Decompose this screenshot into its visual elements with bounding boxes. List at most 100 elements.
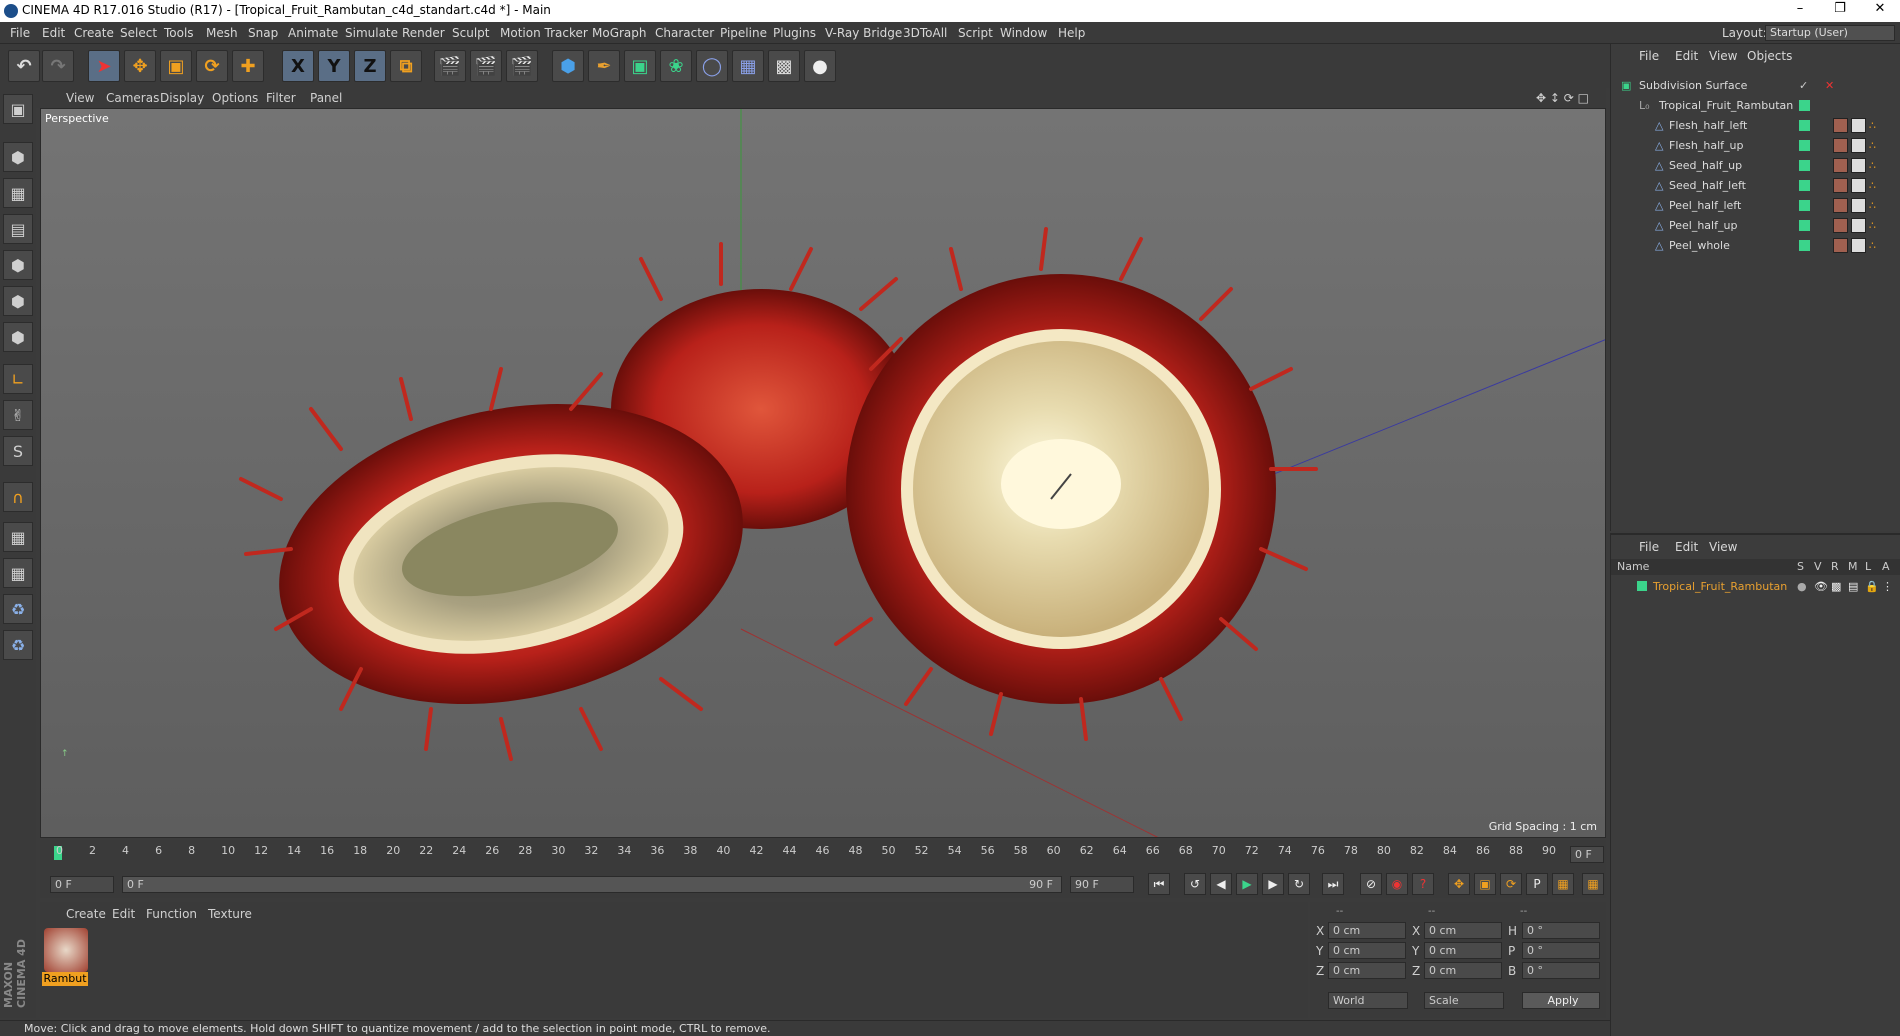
menu-motion-tracker[interactable]: Motion Tracker — [500, 26, 588, 40]
material-tag-icon[interactable] — [1833, 158, 1848, 173]
menu-edit[interactable]: Edit — [42, 26, 65, 40]
manager-toggle-icon[interactable]: ▤ — [1848, 580, 1858, 593]
object-row-seed-half-left[interactable]: △ Seed_half_left ∴ — [1611, 176, 1900, 196]
object-row-subdivision-surface[interactable]: ▣ Subdivision Surface ✓ ✕ — [1611, 76, 1900, 96]
workplane-lock-icon[interactable]: ▦ — [3, 522, 33, 552]
move-tool-icon[interactable]: ✥ — [124, 50, 156, 82]
layer-color-dot[interactable] — [1799, 200, 1810, 211]
material-tag-icon[interactable] — [1833, 178, 1848, 193]
x-mark-icon[interactable]: ✕ — [1825, 79, 1834, 92]
timeline-ruler[interactable]: 0 2 4 6 8 10 12 14 16 18 20 22 24 26 28 30 32 34 36 38 40 42 4… — [40, 840, 1606, 870]
menu-render[interactable]: Render — [402, 26, 445, 40]
key-pla-icon[interactable]: ▦ — [1552, 873, 1574, 895]
texture-tag-icon[interactable] — [1851, 118, 1866, 133]
vp-menu-cameras[interactable]: Cameras — [106, 91, 159, 105]
material-tag-icon[interactable] — [1833, 238, 1848, 253]
solo-toggle-icon[interactable]: ● — [1797, 580, 1807, 593]
start-frame-field[interactable]: 0 F — [50, 876, 114, 893]
material-tag-icon[interactable] — [1833, 138, 1848, 153]
render-picture-viewer-icon[interactable]: 🎬 — [470, 50, 502, 82]
texture-tag-icon[interactable] — [1851, 178, 1866, 193]
rotation-h-field[interactable]: 0 ° — [1522, 922, 1600, 939]
timeline-window-icon[interactable]: ▦ — [1582, 873, 1604, 895]
undo-icon[interactable]: ↶ — [8, 50, 40, 82]
layer-menu-edit[interactable]: Edit — [1675, 540, 1698, 554]
texture-tag-icon[interactable] — [1851, 218, 1866, 233]
rotate-tool-icon[interactable]: ⟳ — [196, 50, 228, 82]
size-mode-dropdown[interactable]: Scale — [1424, 992, 1504, 1009]
animation-toggle-icon[interactable]: ⋮ — [1882, 580, 1893, 593]
scale-tool-icon[interactable]: ▣ — [160, 50, 192, 82]
texture-tag-icon[interactable] — [1851, 158, 1866, 173]
workplane-mode-icon[interactable]: ▤ — [3, 214, 33, 244]
perspective-viewport[interactable]: Perspective ↑ Grid Spacing: 1 cm — [40, 108, 1606, 838]
menu-select[interactable]: Select — [120, 26, 157, 40]
pen-spline-icon[interactable]: ✒ — [588, 50, 620, 82]
layer-menu-view[interactable]: View — [1709, 540, 1737, 554]
menu-simulate[interactable]: Simulate — [345, 26, 398, 40]
cube-primitive-icon[interactable]: ⬢ — [552, 50, 584, 82]
size-x-field[interactable]: 0 cm — [1424, 922, 1502, 939]
texture-mode-icon[interactable]: ▦ — [3, 178, 33, 208]
subdivision-surface-icon[interactable]: ▣ — [624, 50, 656, 82]
menu-script[interactable]: Script — [958, 26, 993, 40]
layer-menu-file[interactable]: File — [1639, 540, 1659, 554]
workplane-icon[interactable]: ▦ — [3, 558, 33, 588]
auto-keying-icon[interactable]: ◉ — [1386, 873, 1408, 895]
record-keys-icon[interactable]: ⊘ — [1360, 873, 1382, 895]
menu-vray-bridge[interactable]: V-Ray Bridge — [825, 26, 902, 40]
minimize-button[interactable]: – — [1780, 1, 1820, 16]
python-script-icon[interactable]: ♻ — [3, 594, 33, 624]
key-position-icon[interactable]: ✥ — [1448, 873, 1470, 895]
mat-menu-function[interactable]: Function — [146, 907, 197, 921]
current-frame-field[interactable]: 0 F — [1570, 846, 1604, 863]
magnet-icon[interactable]: ∩ — [3, 482, 33, 512]
lock-toggle-icon[interactable]: 🔒 — [1865, 580, 1879, 593]
prev-frame-icon[interactable]: ◀ — [1210, 873, 1232, 895]
axis-mode-icon[interactable]: ∟ — [3, 364, 33, 394]
size-y-field[interactable]: 0 cm — [1424, 942, 1502, 959]
prev-key-icon[interactable]: ↺ — [1184, 873, 1206, 895]
close-button[interactable]: ✕ — [1860, 1, 1900, 16]
obj-menu-view[interactable]: View — [1709, 49, 1737, 63]
floor-icon[interactable]: ▦ — [732, 50, 764, 82]
material-tag-icon[interactable] — [1833, 218, 1848, 233]
material-swatch[interactable] — [44, 928, 88, 972]
x-axis-lock-icon[interactable]: X — [282, 50, 314, 82]
mat-menu-create[interactable]: Create — [66, 907, 106, 921]
edges-mode-icon[interactable]: ⬢ — [3, 286, 33, 316]
checkmark-icon[interactable]: ✓ — [1799, 79, 1808, 92]
phong-tag-icon[interactable]: ∴ — [1869, 119, 1876, 132]
layout-dropdown[interactable]: Startup (User) — [1765, 25, 1895, 41]
phong-tag-icon[interactable]: ∴ — [1869, 159, 1876, 172]
key-scale-icon[interactable]: ▣ — [1474, 873, 1496, 895]
layer-color-dot[interactable] — [1799, 240, 1810, 251]
y-axis-lock-icon[interactable]: Y — [318, 50, 350, 82]
goto-start-icon[interactable]: ⏮ — [1148, 873, 1170, 895]
position-y-field[interactable]: 0 cm — [1328, 942, 1406, 959]
texture-tag-icon[interactable] — [1851, 138, 1866, 153]
render-view-icon[interactable]: 🎬 — [434, 50, 466, 82]
key-rotation-icon[interactable]: ⟳ — [1500, 873, 1522, 895]
maximize-button[interactable]: ❐ — [1820, 1, 1860, 16]
texture-tag-icon[interactable] — [1851, 198, 1866, 213]
phong-tag-icon[interactable]: ∴ — [1869, 179, 1876, 192]
layer-color-swatch[interactable] — [1637, 581, 1647, 591]
camera-icon[interactable]: ▩ — [768, 50, 800, 82]
rotation-b-field[interactable]: 0 ° — [1522, 962, 1600, 979]
mat-menu-texture[interactable]: Texture — [208, 907, 252, 921]
layer-color-dot[interactable] — [1799, 180, 1810, 191]
mat-menu-edit[interactable]: Edit — [112, 907, 135, 921]
snap-icon[interactable]: S — [3, 436, 33, 466]
menu-sculpt[interactable]: Sculpt — [452, 26, 489, 40]
phong-tag-icon[interactable]: ∴ — [1869, 219, 1876, 232]
object-row-flesh-half-left[interactable]: △ Flesh_half_left ∴ — [1611, 116, 1900, 136]
layer-row[interactable]: Tropical_Fruit_Rambutan ● 👁 ▩ ▤ 🔒 ⋮ — [1611, 577, 1900, 597]
menu-animate[interactable]: Animate — [288, 26, 338, 40]
layer-color-dot[interactable] — [1799, 140, 1810, 151]
menu-pipeline[interactable]: Pipeline — [720, 26, 767, 40]
layer-color-dot[interactable] — [1799, 220, 1810, 231]
phong-tag-icon[interactable]: ∴ — [1869, 199, 1876, 212]
select-tool-icon[interactable]: ➤ — [88, 50, 120, 82]
goto-end-icon[interactable]: ⏭ — [1322, 873, 1344, 895]
